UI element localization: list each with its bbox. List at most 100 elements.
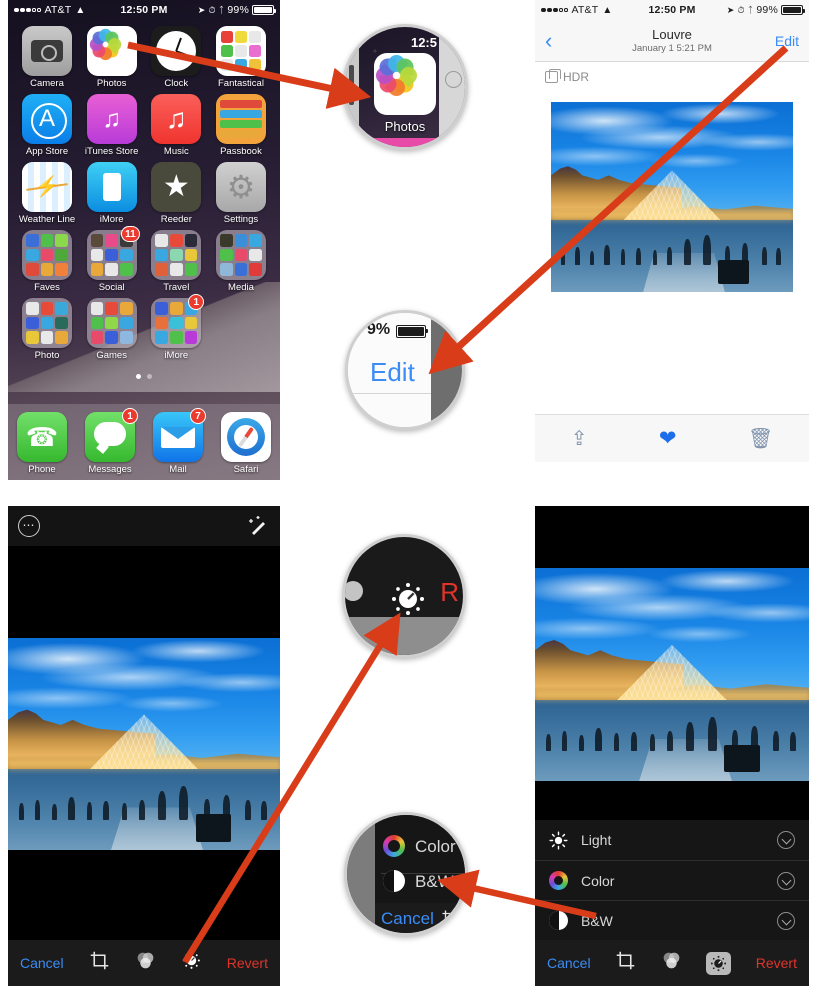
app-weather-line[interactable]: ⚡ Weather Line	[18, 162, 76, 225]
chevron-down-icon[interactable]	[777, 831, 795, 849]
louvre-photo[interactable]	[551, 102, 793, 292]
app-row: Photo Games 1 iMore	[18, 294, 270, 361]
revert-button[interactable]: Revert	[227, 955, 268, 971]
dock-phone[interactable]: ☎ Phone	[13, 412, 71, 475]
app-app-store[interactable]: A App Store	[18, 94, 76, 157]
app-empty-slot	[212, 298, 270, 361]
revert-button[interactable]: Revert	[756, 955, 797, 971]
app-label: App Store	[25, 146, 69, 157]
magnifier-time-label: 12:5	[410, 35, 437, 50]
photo-editor-adjust-panel: Light Color B&W Cancel Revert	[535, 506, 809, 986]
music-note-icon: ♫	[151, 94, 202, 144]
app-clock[interactable]: Clock	[147, 26, 205, 89]
dock-safari[interactable]: Safari	[217, 412, 275, 475]
app-label: Media	[228, 282, 254, 293]
chevron-down-icon[interactable]	[777, 871, 795, 890]
magnifier-color-label[interactable]: Color	[415, 837, 456, 857]
color-wheel-icon	[383, 835, 405, 857]
app-imore[interactable]: iMore	[83, 162, 141, 225]
magnifier-edit-label[interactable]: Edit	[370, 357, 415, 388]
adjustment-row-bw[interactable]: B&W	[535, 900, 809, 940]
app-fantastical[interactable]: Fantastical	[212, 26, 270, 89]
signal-strength-dots	[14, 7, 41, 13]
folder-icon	[86, 298, 137, 348]
iphone-home-screen-panel: AT&T ▲ 12:50 PM ➤ ⏱ ᛏ 99% Camera Photos …	[8, 0, 280, 480]
chevron-left-icon[interactable]: ‹	[545, 29, 552, 52]
adjustment-row-light[interactable]: Light	[535, 820, 809, 860]
adjustment-label: Light	[581, 832, 612, 848]
calendar-icon	[215, 26, 266, 76]
location-arrow-icon: ➤	[726, 4, 735, 15]
bluetooth-icon: ᛏ	[218, 5, 225, 15]
adjust-dial-icon[interactable]	[388, 579, 428, 624]
adjust-dial-icon[interactable]	[181, 950, 202, 976]
share-icon[interactable]: ⇪	[571, 426, 588, 451]
app-reeder[interactable]: ★ Reeder	[147, 162, 205, 225]
app-label: Photos	[96, 78, 127, 89]
alarm-clock-icon: ⏱	[737, 4, 745, 15]
filters-icon[interactable]	[661, 950, 682, 976]
app-label: iMore	[164, 350, 189, 361]
folder-social[interactable]: 11 Social	[83, 226, 141, 293]
magnifier-cancel-label[interactable]: Cancel	[381, 909, 434, 929]
app-settings[interactable]: ⚙ Settings	[212, 162, 270, 225]
louvre-photo-editing[interactable]	[8, 638, 280, 850]
magic-wand-icon[interactable]	[246, 514, 270, 538]
trash-icon[interactable]: 🗑	[748, 426, 773, 451]
app-photos[interactable]: Photos	[83, 26, 141, 89]
app-row: Faves 11 Social Travel Media	[18, 226, 270, 293]
crop-icon[interactable]	[441, 909, 459, 932]
adjustments-list: Light Color B&W	[535, 820, 809, 940]
adjustment-label: Color	[581, 872, 615, 889]
weather-line-icon: ⚡	[22, 162, 72, 212]
magnifier-edit-button: 9% Edit	[345, 310, 465, 430]
hdr-indicator: HDR	[535, 62, 809, 92]
app-passbook[interactable]: Passbook	[212, 94, 270, 157]
dock-mail[interactable]: 7 Mail	[149, 408, 207, 475]
photo-viewer-panel: AT&T ▲ 12:50 PM ➤ ⏱ ᛏ 99% ‹ Louvre Janua…	[535, 0, 809, 484]
badge-count: 7	[190, 408, 206, 424]
folder-media[interactable]: Media	[212, 230, 270, 293]
black-white-icon	[549, 911, 568, 930]
folder-travel[interactable]: Travel	[147, 230, 205, 293]
app-music[interactable]: ♫ Music	[147, 94, 205, 157]
folder-games[interactable]: Games	[83, 298, 141, 361]
folder-icon	[151, 230, 202, 280]
editor-photo-container	[8, 638, 280, 850]
filters-icon[interactable]	[135, 950, 156, 976]
app-label: iTunes Store	[84, 146, 139, 157]
heart-icon[interactable]: ❤	[659, 426, 677, 451]
camera-icon	[22, 26, 72, 76]
battery-full-icon	[396, 325, 428, 338]
itunes-store-icon: ♫	[86, 94, 137, 144]
chevron-down-icon[interactable]	[777, 911, 795, 930]
app-label: Music	[163, 146, 189, 157]
carrier-label: AT&T	[571, 4, 599, 16]
app-camera[interactable]: Camera	[18, 26, 76, 89]
edit-button[interactable]: Edit	[775, 33, 799, 49]
folder-icon	[215, 230, 266, 280]
dock-messages[interactable]: 1 Messages	[81, 408, 139, 475]
cancel-button[interactable]: Cancel	[547, 955, 591, 971]
badge-count: 1	[122, 408, 138, 424]
app-itunes-store[interactable]: ♫ iTunes Store	[83, 94, 141, 157]
app-label: Mail	[169, 464, 187, 475]
viewer-navigation-bar: ‹ Louvre January 1 5:21 PM Edit	[535, 20, 809, 62]
page-indicator-dots	[8, 366, 280, 384]
page-title: Louvre January 1 5:21 PM	[535, 27, 809, 54]
folder-faves[interactable]: Faves	[18, 230, 76, 293]
magnifier-bw-label[interactable]: B&W	[415, 872, 454, 892]
adjustment-row-color[interactable]: Color	[535, 860, 809, 900]
imore-icon	[86, 162, 137, 212]
crop-icon[interactable]	[89, 950, 110, 976]
folder-imore[interactable]: 1 iMore	[147, 294, 205, 361]
more-options-icon[interactable]: ⋯	[18, 515, 40, 537]
adjust-dial-icon[interactable]	[706, 951, 732, 975]
photos-flower-icon[interactable]	[372, 51, 436, 115]
app-row: Camera Photos Clock Fantastical	[18, 26, 270, 89]
crop-icon[interactable]	[615, 950, 636, 976]
cancel-button[interactable]: Cancel	[20, 955, 64, 971]
photo-datetime: January 1 5:21 PM	[632, 43, 712, 54]
louvre-photo-adjusting[interactable]	[535, 568, 809, 781]
folder-photo[interactable]: Photo	[18, 298, 76, 361]
